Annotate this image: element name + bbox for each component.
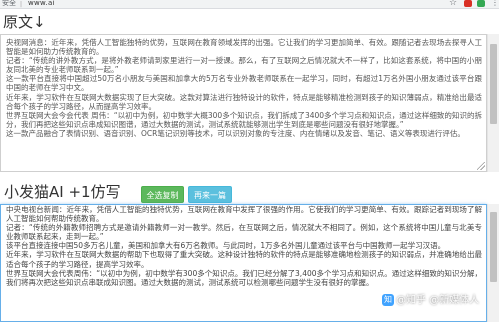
url-text[interactable]: www.ai — [28, 0, 55, 8]
result-paragraph: 记者：“传统的外籍教师招聘方式是邀请外籍教师一对一教学。然后，在互联网之后，情况… — [6, 223, 482, 242]
generate-again-button[interactable]: 再来一篇 — [188, 186, 232, 203]
address-separator: | — [20, 1, 23, 8]
result-paragraph: 近年来，学习软件在互联网大数据的帮助下也取得了重大突破。这种设计独特的软件的特点… — [6, 250, 482, 269]
original-scrollbar-thumb[interactable] — [490, 44, 497, 124]
watermark: 知 @知乎 @新媒体人 — [382, 293, 479, 309]
browser-address-bar[interactable]: 安全 | www.ai ☆ ⋮ — [0, 0, 499, 9]
result-scrollbar[interactable] — [487, 204, 499, 322]
result-scrollbar-thumb[interactable] — [490, 212, 497, 282]
extension-icon[interactable] — [464, 0, 472, 7]
result-paragraph: 中央电视台新闻：近年来，凭借人工智能的独特优势，互联网在教育中发挥了很强的作用。… — [6, 205, 482, 224]
result-paragraph: 世界互联网大会代表周伟：“以初中为例，初中数学有300多个知识点。我们已经分解了… — [6, 268, 482, 287]
original-paragraph: 这一款平台直接将中国超过50万名小朋友与美国和加拿大的5万名专业外教老师联系在一… — [6, 74, 482, 93]
original-scrollbar[interactable] — [487, 34, 499, 172]
watermark-text: @知乎 @新媒体人 — [396, 295, 480, 306]
original-paragraph: 这一款产品融合了表情识别、语音识别、OCR笔记识别等技术，可以识别对象的专注度、… — [6, 128, 465, 138]
star-icon[interactable]: ☆ — [449, 0, 457, 8]
original-paragraph: 记者：“传统的讲外教方式，是将外教老师请到家里进行一对一授课。那么，有了互联网之… — [6, 56, 482, 75]
original-paragraph: 世界互联网大会今会代表 周伟：“以初中为例，初中数学大概300多个知识点，我们拆… — [6, 110, 482, 129]
original-heading: 原文↓ — [3, 13, 46, 31]
zhihu-logo-icon: 知 — [382, 294, 394, 306]
extension-icon-2[interactable] — [477, 0, 485, 7]
security-label[interactable]: 安全 — [2, 0, 16, 8]
original-textarea[interactable]: 央视网消息：近年来，凭借人工智能独特的优势，互联网在教育领域发挥的出强。它让我们… — [0, 34, 487, 172]
rewrite-heading: 小发猫AI +1仿写 — [4, 183, 121, 201]
original-paragraph: 近年来，学习软件在互联网大数据实现了巨大突破。这款对算法进行独特设计的软件，特点… — [6, 92, 482, 111]
resize-handle-icon[interactable] — [477, 162, 485, 170]
kebab-menu-icon[interactable]: ⋮ — [491, 0, 499, 8]
page: 安全 | www.ai ☆ ⋮ 原文↓ 央视网消息：近年来，凭借人工智能独特的优… — [0, 0, 499, 322]
original-paragraph: 央视网消息：近年来，凭借人工智能独特的优势，互联网在教育领域发挥的出强。它让我们… — [6, 38, 482, 57]
select-all-copy-button[interactable]: 全选复制 — [141, 186, 184, 203]
